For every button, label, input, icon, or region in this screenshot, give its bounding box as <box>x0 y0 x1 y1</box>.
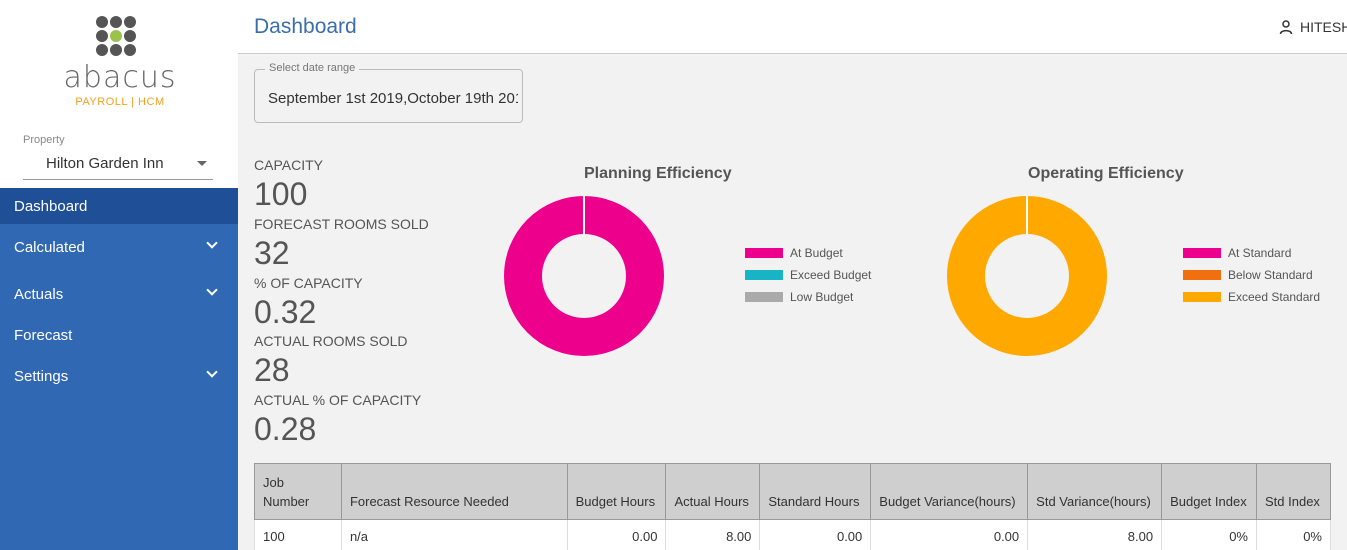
legend-label: Below Standard <box>1228 268 1313 282</box>
table-row[interactable]: 100 n/a 0.00 8.00 0.00 0.00 8.00 0% 0% <box>254 519 1331 550</box>
legend-label: At Budget <box>790 246 843 260</box>
sidebar-item-dashboard[interactable]: Dashboard <box>0 188 238 224</box>
table-header-row: Job Number Forecast Resource Needed Budg… <box>254 463 1331 520</box>
sidebar-item-label: Dashboard <box>14 198 88 215</box>
chevron-down-icon <box>206 284 218 296</box>
column-header-budget-variance[interactable]: Budget Variance(hours) <box>870 463 1029 520</box>
logo-wordmark: abacus <box>63 60 177 95</box>
date-range-label: Select date range <box>265 62 360 74</box>
legend-label: Low Budget <box>790 290 854 304</box>
property-label: Property <box>23 134 65 146</box>
planning-efficiency-donut <box>504 196 664 356</box>
cell-std-variance: 8.00 <box>1027 519 1163 550</box>
chevron-down-icon <box>206 237 218 249</box>
stat-value-actual-percent-capacity: 0.28 <box>254 411 317 447</box>
sidebar-item-label: Forecast <box>14 327 73 344</box>
stat-label-actual-rooms-sold: ACTUAL ROOMS SOLD <box>254 333 408 349</box>
chart-title-planning: Planning Efficiency <box>584 165 732 182</box>
property-select[interactable]: Hilton Garden Inn <box>23 150 213 180</box>
cell-budget-variance: 0.00 <box>870 519 1029 550</box>
sidebar-item-label: Calculated <box>14 239 85 256</box>
stat-value-forecast-rooms-sold: 32 <box>254 235 290 271</box>
caret-down-icon <box>197 161 207 166</box>
logo-tagline: PAYROLL | HCM <box>75 96 165 108</box>
column-header-std-index[interactable]: Std Index <box>1256 463 1331 520</box>
stat-value-capacity: 100 <box>254 176 308 212</box>
operating-efficiency-donut <box>947 196 1107 356</box>
user-name[interactable]: HITESH <box>1300 19 1347 35</box>
job-hours-table: Job Number Forecast Resource Needed Budg… <box>254 463 1331 550</box>
sidebar-item-settings[interactable]: Settings <box>0 358 238 394</box>
stat-value-percent-capacity: 0.32 <box>254 294 317 330</box>
property-value: Hilton Garden Inn <box>46 155 164 172</box>
legend-swatch <box>1183 270 1221 280</box>
cell-forecast-resource: n/a <box>340 519 568 550</box>
cell-std-index: 0% <box>1256 519 1331 550</box>
sidebar-nav: Dashboard Calculated Actuals Forecast Se… <box>0 188 238 550</box>
legend-swatch <box>745 248 783 258</box>
stat-label-actual-percent-capacity: ACTUAL % OF CAPACITY <box>254 392 422 408</box>
logo-dots-icon <box>96 16 142 62</box>
stat-label-capacity: CAPACITY <box>254 157 323 173</box>
user-icon[interactable] <box>1279 20 1293 35</box>
sidebar-item-calculated[interactable]: Calculated <box>0 229 238 265</box>
stat-label-forecast-rooms-sold: FORECAST ROOMS SOLD <box>254 216 429 232</box>
column-header-job-number[interactable]: Job Number <box>254 463 342 520</box>
date-range-picker[interactable]: Select date range September 1st 2019,Oct… <box>254 62 523 123</box>
stat-label-percent-capacity: % OF CAPACITY <box>254 275 363 291</box>
column-header-standard-hours[interactable]: Standard Hours <box>759 463 872 520</box>
legend-label: Exceed Budget <box>790 268 872 282</box>
legend-label: At Standard <box>1228 246 1292 260</box>
page-title: Dashboard <box>254 15 357 38</box>
legend-swatch <box>1183 292 1221 302</box>
sidebar-item-forecast[interactable]: Forecast <box>0 317 238 353</box>
chart-title-operating: Operating Efficiency <box>1028 165 1184 182</box>
stat-value-actual-rooms-sold: 28 <box>254 352 290 388</box>
column-header-actual-hours[interactable]: Actual Hours <box>665 463 761 520</box>
column-header-forecast-resource[interactable]: Forecast Resource Needed <box>340 463 568 520</box>
top-header: Dashboard HITESH <box>238 0 1347 54</box>
cell-job-number: 100 <box>254 519 342 550</box>
chevron-down-icon <box>206 366 218 378</box>
abacus-logo: abacus PAYROLL | HCM <box>58 16 182 116</box>
sidebar: abacus PAYROLL | HCM Property Hilton Gar… <box>0 0 238 550</box>
legend-swatch <box>745 270 783 280</box>
column-header-budget-hours[interactable]: Budget Hours <box>566 463 667 520</box>
sidebar-item-actuals[interactable]: Actuals <box>0 276 238 312</box>
legend-swatch <box>745 292 783 302</box>
cell-budget-index: 0% <box>1161 519 1257 550</box>
date-range-value: September 1st 2019,October 19th 2019 <box>268 90 518 107</box>
cell-standard-hours: 0.00 <box>759 519 872 550</box>
sidebar-item-label: Settings <box>14 368 69 385</box>
cell-budget-hours: 0.00 <box>566 519 667 550</box>
sidebar-item-label: Actuals <box>14 286 64 303</box>
column-header-std-variance[interactable]: Std Variance(hours) <box>1027 463 1163 520</box>
cell-actual-hours: 8.00 <box>665 519 761 550</box>
legend-swatch <box>1183 248 1221 258</box>
column-header-budget-index[interactable]: Budget Index <box>1161 463 1257 520</box>
legend-label: Exceed Standard <box>1228 290 1321 304</box>
